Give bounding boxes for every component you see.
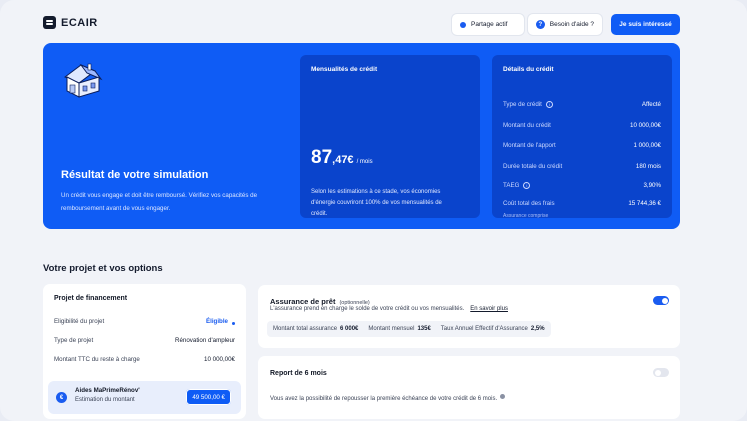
stat-label: Taux Annuel Effectif d'Assurance [440, 326, 528, 332]
detail-value: 15 744,36 € [628, 200, 661, 207]
loan-insurance-card: Assurance de prêt (optionnelle) L'assura… [258, 285, 680, 348]
aides-subtitle: Estimation du montant [75, 397, 135, 403]
insurance-stat: Montant total assurance 6 000€ [273, 326, 358, 332]
info-icon[interactable]: i [545, 101, 553, 108]
monthly-amount-integer: 87 [311, 147, 333, 168]
detail-row: Montant du crédit 10 000,00€ [503, 122, 661, 129]
simulation-result-hero: Résultat de votre simulation Un crédit v… [43, 43, 680, 229]
toggle-knob [661, 297, 668, 304]
details-title: Détails du crédit [503, 66, 554, 73]
detail-row: Type de crédit i Affecté [503, 101, 661, 108]
help-button[interactable]: ? Besoin d'aide ? [528, 14, 602, 35]
detail-label: Durée totale du crédit [503, 163, 563, 170]
detail-row: Coût total des frais 15 744,36 € [503, 200, 661, 207]
monthly-amount-unit: / mois [356, 159, 373, 165]
detail-value: 1 000,00€ [633, 142, 661, 149]
interested-cta-button[interactable]: Je suis intéressé [611, 14, 680, 35]
project-row: Eligibilité du projet Éligible [54, 318, 235, 325]
monthly-payment-panel: Mensualités de crédit 87 ,47€ / mois Sel… [300, 55, 480, 218]
detail-value: 10 000,00€ [630, 122, 661, 129]
aides-amount-badge: 49 500,00 € [186, 389, 231, 405]
euro-icon: € [56, 392, 67, 403]
insurance-stat: Montant mensuel 135€ [368, 326, 430, 332]
monthly-amount-decimals: ,47€ [332, 154, 354, 166]
financing-project-card: Projet de financement Eligibilité du pro… [43, 284, 246, 419]
aides-title: Aides MaPrimeRénov' [75, 387, 140, 394]
help-label: Besoin d'aide ? [549, 21, 594, 28]
stat-label: Montant total assurance [273, 326, 338, 332]
deferral-toggle[interactable] [653, 368, 669, 377]
stat-value: 2,5% [530, 326, 545, 332]
detail-row: TAEG i 3,90% [503, 182, 661, 189]
stat-value: 135€ [417, 326, 431, 332]
monthly-amount: 87 ,47€ / mois [311, 147, 373, 169]
section-title: Votre projet et vos options [43, 263, 163, 274]
deferral-title: Report de 6 mois [270, 370, 327, 377]
project-value: 10 000,00€ [204, 356, 235, 363]
learn-more-link[interactable]: En savoir plus [470, 306, 508, 312]
insurance-stats: Montant total assurance 6 000€ Montant me… [267, 321, 551, 337]
insurance-stat: Taux Annuel Effectif d'Assurance 2,5% [441, 326, 545, 332]
credit-details-panel: Détails du crédit Type de crédit i Affect… [492, 55, 672, 219]
aides-maprimerenov-box: € Aides MaPrimeRénov' Estimation du mont… [48, 381, 241, 414]
eligibility-dot-icon [232, 321, 235, 325]
info-icon[interactable]: i [523, 182, 531, 189]
house-illustration [64, 63, 103, 98]
detail-value: 3,90% [643, 182, 661, 189]
detail-label: Coût total des frais [503, 200, 555, 207]
detail-label: TAEG [503, 182, 520, 189]
details-footnote: Assurance comprise [503, 213, 549, 219]
stat-value: 6 000€ [340, 326, 359, 332]
project-value: Rénovation d'ampleur [175, 337, 235, 344]
detail-value: 180 mois [635, 163, 661, 170]
insurance-description-line: L'assurance prend en charge le solde de … [270, 306, 508, 312]
brand-name: ECAIR [61, 16, 98, 29]
sharing-status-button[interactable]: Partage actif [452, 14, 524, 35]
insurance-toggle[interactable] [653, 296, 669, 305]
sharing-label: Partage actif [471, 21, 508, 28]
project-label: Montant TTC du reste à charge [54, 356, 140, 363]
stat-label: Montant mensuel [368, 326, 415, 332]
app-frame: ECAIR Partage actif ? Besoin d'aide ? Je… [0, 0, 747, 421]
deferral-description-line: Vous avez la possibilité de repousser la… [270, 393, 506, 402]
brand-logo[interactable]: ECAIR [43, 16, 98, 29]
question-icon: ? [536, 20, 545, 29]
hero-description: Un crédit vous engage et doit être rembo… [61, 192, 258, 212]
detail-label: Montant du crédit [503, 122, 551, 129]
detail-label: Type de crédit [503, 101, 542, 108]
project-row: Montant TTC du reste à charge 10 000,00€ [54, 356, 235, 363]
insurance-title: Assurance de prêt [270, 297, 336, 306]
deferral-description: Vous avez la possibilité de repousser la… [270, 396, 498, 402]
insurance-heading: Assurance de prêt (optionnelle) [270, 297, 370, 306]
detail-row: Durée totale du crédit 180 mois [503, 163, 661, 170]
insurance-description: L'assurance prend en charge le solde de … [270, 306, 465, 312]
project-label: Type de projet [54, 337, 94, 344]
hero-title: Résultat de votre simulation [61, 169, 209, 181]
monthly-description: Selon les estimations à ce stade, vos éc… [311, 189, 442, 217]
deferral-card: Report de 6 mois Vous avez la possibilit… [258, 356, 680, 419]
detail-row: Montant de l'apport 1 000,00€ [503, 142, 661, 149]
detail-value: Affecté [641, 101, 661, 108]
status-dot-icon [460, 21, 466, 28]
project-label: Eligibilité du projet [54, 318, 105, 325]
monthly-title: Mensualités de crédit [311, 66, 378, 73]
eligibility-value: Éligible [205, 318, 228, 325]
logo-icon [43, 16, 56, 29]
detail-label: Montant de l'apport [503, 142, 556, 149]
project-title: Projet de financement [54, 295, 128, 302]
toggle-knob [654, 369, 661, 376]
project-row: Type de projet Rénovation d'ampleur [54, 337, 235, 344]
help-tooltip-icon[interactable] [500, 393, 506, 399]
